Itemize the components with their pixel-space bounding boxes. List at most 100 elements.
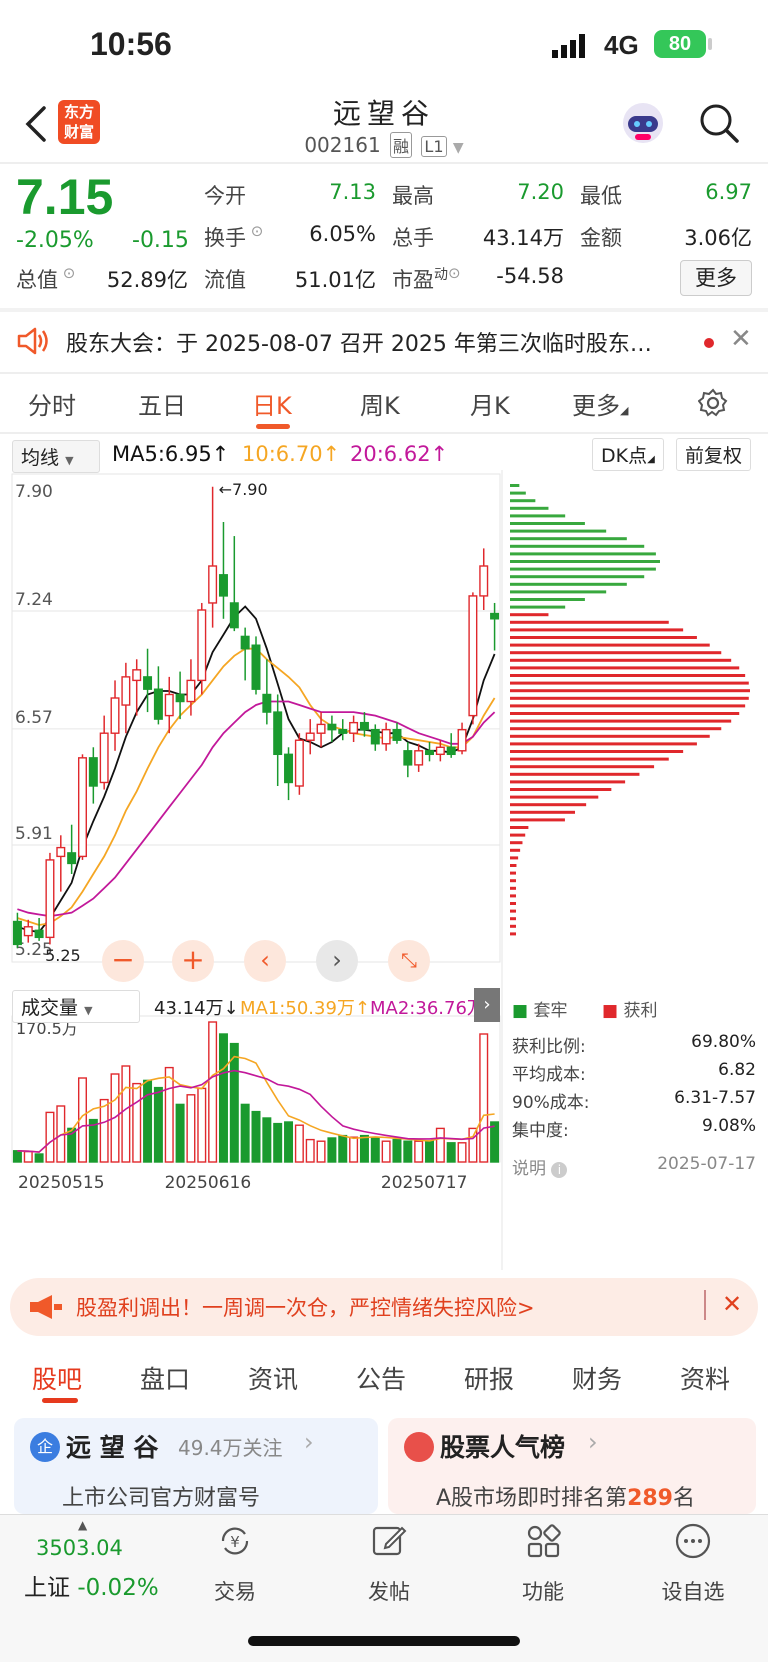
zoom-in-button[interactable]: + — [172, 940, 214, 982]
status-bar: 10:56 4G 80 — [0, 0, 768, 90]
tab-news[interactable]: 资讯 — [248, 1360, 298, 1396]
chip-bar — [510, 894, 516, 898]
tab-five-day[interactable]: 五日 — [138, 386, 186, 421]
tab-underline — [42, 1398, 78, 1403]
popularity-sub: A股市场即时排名第289名 — [436, 1480, 695, 1512]
next-button[interactable]: › — [316, 940, 358, 982]
close-icon[interactable]: ✕ — [722, 1290, 742, 1318]
trade-icon: ¥ — [221, 1527, 249, 1555]
signal-icon — [552, 34, 585, 58]
stock-code: 002161 — [304, 133, 381, 157]
tab-guba[interactable]: 股吧 — [32, 1360, 82, 1396]
zoom-out-button[interactable]: − — [102, 940, 144, 982]
candle-body — [34, 929, 44, 939]
search-icon[interactable] — [698, 102, 740, 144]
speaker-icon — [17, 327, 48, 355]
ma20-line — [17, 700, 496, 918]
y-tick-label: 7.24 — [15, 590, 53, 610]
volume-bar — [251, 1110, 261, 1163]
turnover-label-text: 换手 — [204, 226, 246, 250]
expand-arrow-icon[interactable]: › — [474, 988, 500, 1022]
tab-timeshare[interactable]: 分时 — [28, 386, 76, 421]
low-label: 最低 — [580, 184, 622, 208]
nav-watchlist[interactable]: 设自选 — [648, 1576, 738, 1606]
tab-week-k[interactable]: 周K — [360, 386, 400, 421]
company-name: 远 望 谷 — [66, 1433, 159, 1462]
dk-point-button[interactable]: DK点◢ — [592, 438, 664, 471]
fullscreen-icon[interactable]: ⤡ — [388, 940, 430, 982]
candle-body — [164, 693, 174, 717]
nav-trade[interactable]: 交易 — [190, 1576, 280, 1606]
indicator-label: 均线 — [21, 447, 60, 469]
candle-body — [12, 920, 22, 946]
chip-bar — [510, 765, 655, 769]
chip-note[interactable]: 说明 i — [512, 1154, 568, 1179]
volume-bar — [229, 1042, 239, 1163]
index-value[interactable]: 3503.04 — [36, 1536, 123, 1560]
index-name: 上证 — [24, 1575, 70, 1601]
mktcap-label-text: 总值 — [16, 268, 58, 292]
tab-finance[interactable]: 财务 — [572, 1360, 622, 1396]
candle-body — [153, 688, 163, 720]
volume-select[interactable]: 成交量 ▼ — [12, 990, 140, 1023]
info-icon[interactable]: ⊙ — [58, 264, 76, 282]
settings-gear-icon[interactable] — [698, 388, 728, 418]
indicator-select[interactable]: 均线 ▼ — [12, 440, 100, 473]
tab-month-k[interactable]: 月K — [470, 386, 510, 421]
chip-bar — [510, 864, 517, 867]
nav-functions[interactable]: 功能 — [498, 1576, 588, 1606]
volume-bar — [370, 1137, 380, 1163]
more-button[interactable]: 更多 — [680, 260, 752, 296]
prev-button[interactable]: ‹ — [244, 940, 286, 982]
index-row[interactable]: 上证 -0.02% — [24, 1568, 159, 1602]
chip-bar — [510, 560, 660, 563]
tab-profile[interactable]: 资料 — [680, 1360, 730, 1396]
tab-notice[interactable]: 公告 — [356, 1360, 406, 1396]
announcement-bar[interactable]: 股东大会：于 2025-08-07 召开 2025 年第三次临时股东… ✕ — [0, 312, 768, 372]
popularity-card[interactable]: 股票人气榜 › A股市场即时排名第289名 — [388, 1418, 756, 1514]
chip-bar — [510, 727, 722, 731]
volume-bar — [34, 1153, 44, 1163]
tab-day-k[interactable]: 日K — [252, 386, 292, 421]
tab-pankou[interactable]: 盘口 — [140, 1360, 190, 1396]
dropdown-icon: ▼ — [84, 1004, 93, 1017]
chip-bar — [510, 909, 516, 913]
adjust-button[interactable]: 前复权 — [676, 438, 752, 471]
chip-bar — [510, 499, 536, 503]
volume-bar — [284, 1121, 294, 1163]
chip-row-value: 9.08% — [701, 1116, 756, 1136]
robot-assistant-icon[interactable] — [620, 100, 666, 146]
chip-bar — [510, 506, 549, 510]
tab-research[interactable]: 研报 — [464, 1360, 514, 1396]
candle-body — [251, 644, 261, 690]
chip-bar — [510, 552, 656, 556]
chip-bar — [510, 917, 516, 921]
header-divider — [0, 162, 768, 164]
high-label: 最高 — [392, 184, 434, 208]
volume-bar — [316, 1140, 326, 1163]
pe-sup: 动 — [434, 267, 448, 283]
chip-bar — [510, 932, 516, 936]
chip-bar — [510, 567, 656, 571]
kline-chart[interactable]: 7.907.246.575.915.25 ←7.905.25170.5万2025… — [0, 470, 768, 1270]
follow-count: 49.4万关注 — [178, 1436, 283, 1460]
high-value: 7.20 — [517, 180, 564, 204]
volume-bar — [197, 1087, 207, 1163]
info-icon[interactable]: ⊙ — [246, 222, 264, 240]
chip-bar — [510, 818, 565, 822]
more-dots-icon — [675, 1523, 711, 1559]
chip-bar — [510, 803, 587, 807]
tab-more[interactable]: 更多◢ — [572, 386, 628, 421]
volume-bar — [294, 1124, 304, 1163]
promo-banner[interactable]: 股盈利调出！一周调一次仓，严控情绪失控风险> ✕ — [10, 1278, 758, 1336]
caret-icon: ◢ — [620, 404, 629, 417]
candle-body — [359, 721, 369, 731]
close-icon[interactable]: ✕ — [730, 324, 752, 354]
volume-bar — [359, 1134, 369, 1163]
chip-bar — [510, 757, 669, 761]
company-card[interactable]: 企 远 望 谷 49.4万关注 › 上市公司官方财富号 — [14, 1418, 378, 1514]
candle-body — [132, 669, 142, 682]
info-icon[interactable]: ⊙ — [448, 264, 461, 282]
x-date-label: 20250515 — [18, 1173, 105, 1193]
nav-post[interactable]: 发帖 — [344, 1576, 434, 1606]
